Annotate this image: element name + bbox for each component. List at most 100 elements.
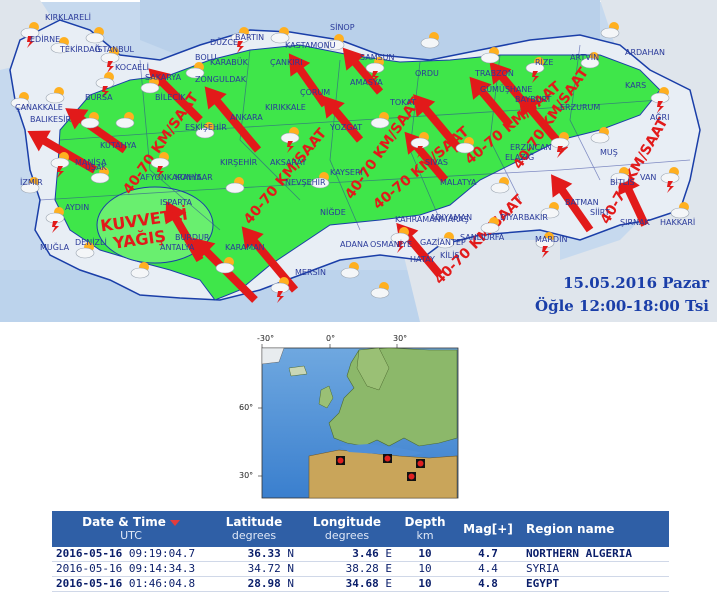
city-label: DİYARBAKIR [500, 212, 548, 222]
table-row[interactable]: 2016-05-16 09:19:04.7 36.33 N 3.46 E 10 4.7 N… [52, 547, 669, 562]
city-label: BATMAN [565, 198, 599, 207]
date-time-cell[interactable]: 2016-05-16 09:19:04.7 [52, 547, 210, 562]
city-label: AMASYA [350, 78, 383, 87]
earthquake-table-header: Date & Time UTC Latitude degrees Longitu… [52, 511, 669, 547]
city-label: ŞIRNAK [620, 218, 650, 227]
region-cell[interactable]: SYRIA [522, 562, 669, 577]
city-label: ZONGULDAK [195, 75, 247, 84]
forecast-time: Öğle 12:00-18:00 Tsi [535, 297, 709, 315]
lon-tick: 0° [326, 334, 335, 343]
latitude-cell: 34.72 N [247, 562, 294, 575]
city-label: AFYONKARAHİSAR [140, 172, 213, 182]
city-label: ÇANAKKALE [15, 103, 63, 112]
city-label: HATAY [410, 255, 435, 264]
lat-tick: 60° [239, 403, 253, 412]
city-label: TRABZON [474, 69, 514, 78]
city-label: ISPARTA [160, 198, 192, 207]
city-label: SİNOP [330, 22, 355, 32]
city-label: NİĞDE [320, 206, 346, 217]
lon-tick: 30° [393, 334, 407, 343]
city-label: BARTIN [235, 33, 264, 42]
latitude-cell: 36.33 N [247, 547, 294, 560]
longitude-cell: 38.28 E [345, 562, 392, 575]
earthquake-table-body: 2016-05-16 09:19:04.7 36.33 N 3.46 E 10 4.7 N… [52, 547, 669, 592]
col-depth[interactable]: Depth km [396, 511, 454, 547]
city-label: BURSA [85, 93, 113, 102]
date-time-cell[interactable]: 2016-05-16 01:46:04.8 [52, 577, 210, 592]
sort-desc-icon[interactable] [169, 519, 180, 526]
city-label: AĞRI [650, 111, 669, 122]
city-label: KASTAMONU [285, 41, 336, 50]
depth-cell: 10 [418, 562, 432, 575]
city-label: KAHRAMANMARAŞ [395, 215, 469, 224]
city-label: KARABÜK [210, 57, 249, 67]
city-label: ÇANKIRI [270, 58, 303, 67]
city-label: ADANA [340, 240, 369, 249]
col-magnitude[interactable]: Mag[+] [454, 511, 522, 547]
city-label: KİLİS [440, 250, 460, 260]
city-label: KARAMAN [225, 243, 265, 252]
city-label: MANİSA [75, 157, 107, 167]
city-label: ANKARA [230, 113, 263, 122]
city-label: MALATYA [440, 178, 477, 187]
longitude-cell: 34.68 E [345, 577, 392, 590]
city-label: MARDİN [535, 234, 567, 244]
city-label: NEVŞEHİR [285, 177, 326, 187]
table-row[interactable]: 2016-05-16 09:14:34.3 34.72 N 38.28 E 10 4.4… [52, 562, 669, 577]
depth-cell: 10 [418, 547, 432, 560]
city-label: MERSİN [295, 267, 326, 277]
city-label: KOCAELİ [115, 62, 149, 72]
col-region[interactable]: Region name [522, 511, 669, 547]
city-label: ESKİŞEHİR [185, 122, 227, 132]
city-label: KAYSERİ [330, 167, 363, 177]
city-label: SAMSUN [360, 53, 395, 62]
depth-cell: 10 [418, 577, 432, 590]
lon-tick: -30° [257, 334, 274, 343]
col-latitude[interactable]: Latitude degrees [210, 511, 298, 547]
col-longitude[interactable]: Longitude degrees [298, 511, 396, 547]
city-label: ÇORUM [300, 88, 330, 97]
table-row[interactable]: 2016-05-16 01:46:04.8 28.98 N 34.68 E 10 4.8… [52, 577, 669, 592]
city-label: DÜZCE [210, 37, 238, 47]
magnitude-cell: 4.8 [478, 577, 498, 590]
city-label: ELAZIĞ [505, 151, 534, 162]
city-label: AKSARAY [270, 158, 307, 167]
city-label: ERZURUM [560, 103, 600, 112]
city-label: ARTVİN [570, 52, 599, 62]
city-label: MUŞ [600, 148, 618, 157]
city-label: EDİRNE [30, 34, 60, 44]
city-label: YOZGAT [329, 123, 362, 132]
latitude-cell: 28.98 N [247, 577, 294, 590]
magnitude-cell: 4.7 [478, 547, 498, 560]
region-cell[interactable]: EGYPT [522, 577, 669, 592]
city-label: KÜTAHYA [100, 140, 137, 150]
region-cell[interactable]: NORTHERN ALGERIA [522, 547, 669, 562]
col-datetime[interactable]: Date & Time UTC [52, 511, 210, 547]
city-label: İZMİR [20, 177, 43, 187]
city-label: ARDAHAN [625, 48, 665, 57]
date-time-cell[interactable]: 2016-05-16 09:14:34.3 [52, 562, 210, 577]
city-label: ANTALYA [160, 243, 195, 252]
city-label: HAKKARİ [660, 217, 695, 227]
city-label: KIRKLARELİ [45, 12, 91, 22]
city-label: İSTANBUL [95, 44, 135, 54]
city-label: BİTLİS [610, 177, 635, 187]
city-label: SAKARYA [145, 73, 182, 82]
city-label: ERZİNCAN [510, 142, 551, 152]
city-label: BAYBURT [515, 95, 552, 104]
city-label: OSMANİYE [370, 239, 412, 249]
earthquake-table: Date & Time UTC Latitude degrees Longitu… [52, 511, 669, 592]
city-label: MUĞLA [40, 241, 70, 252]
city-label: GÜMÜŞHANE [480, 84, 532, 94]
city-label: RİZE [535, 57, 553, 67]
city-label: DENİZLİ [75, 237, 107, 247]
lat-tick: 30° [239, 471, 253, 480]
city-label: SİİRT [590, 207, 610, 217]
forecast-map: 40-70 KM/SAAT 40-70 KM/SAAT 40-70 KM/SAA… [0, 0, 717, 322]
earthquake-map-svg: -30° 0° 30° 60° 30° [239, 334, 459, 499]
city-label: BALIKESİR [30, 114, 72, 124]
city-label: ORDU [415, 69, 439, 78]
city-label: AYDIN [65, 203, 89, 212]
city-label: ŞANLIURFA [460, 233, 505, 242]
forecast-date: 15.05.2016 Pazar [563, 274, 709, 292]
